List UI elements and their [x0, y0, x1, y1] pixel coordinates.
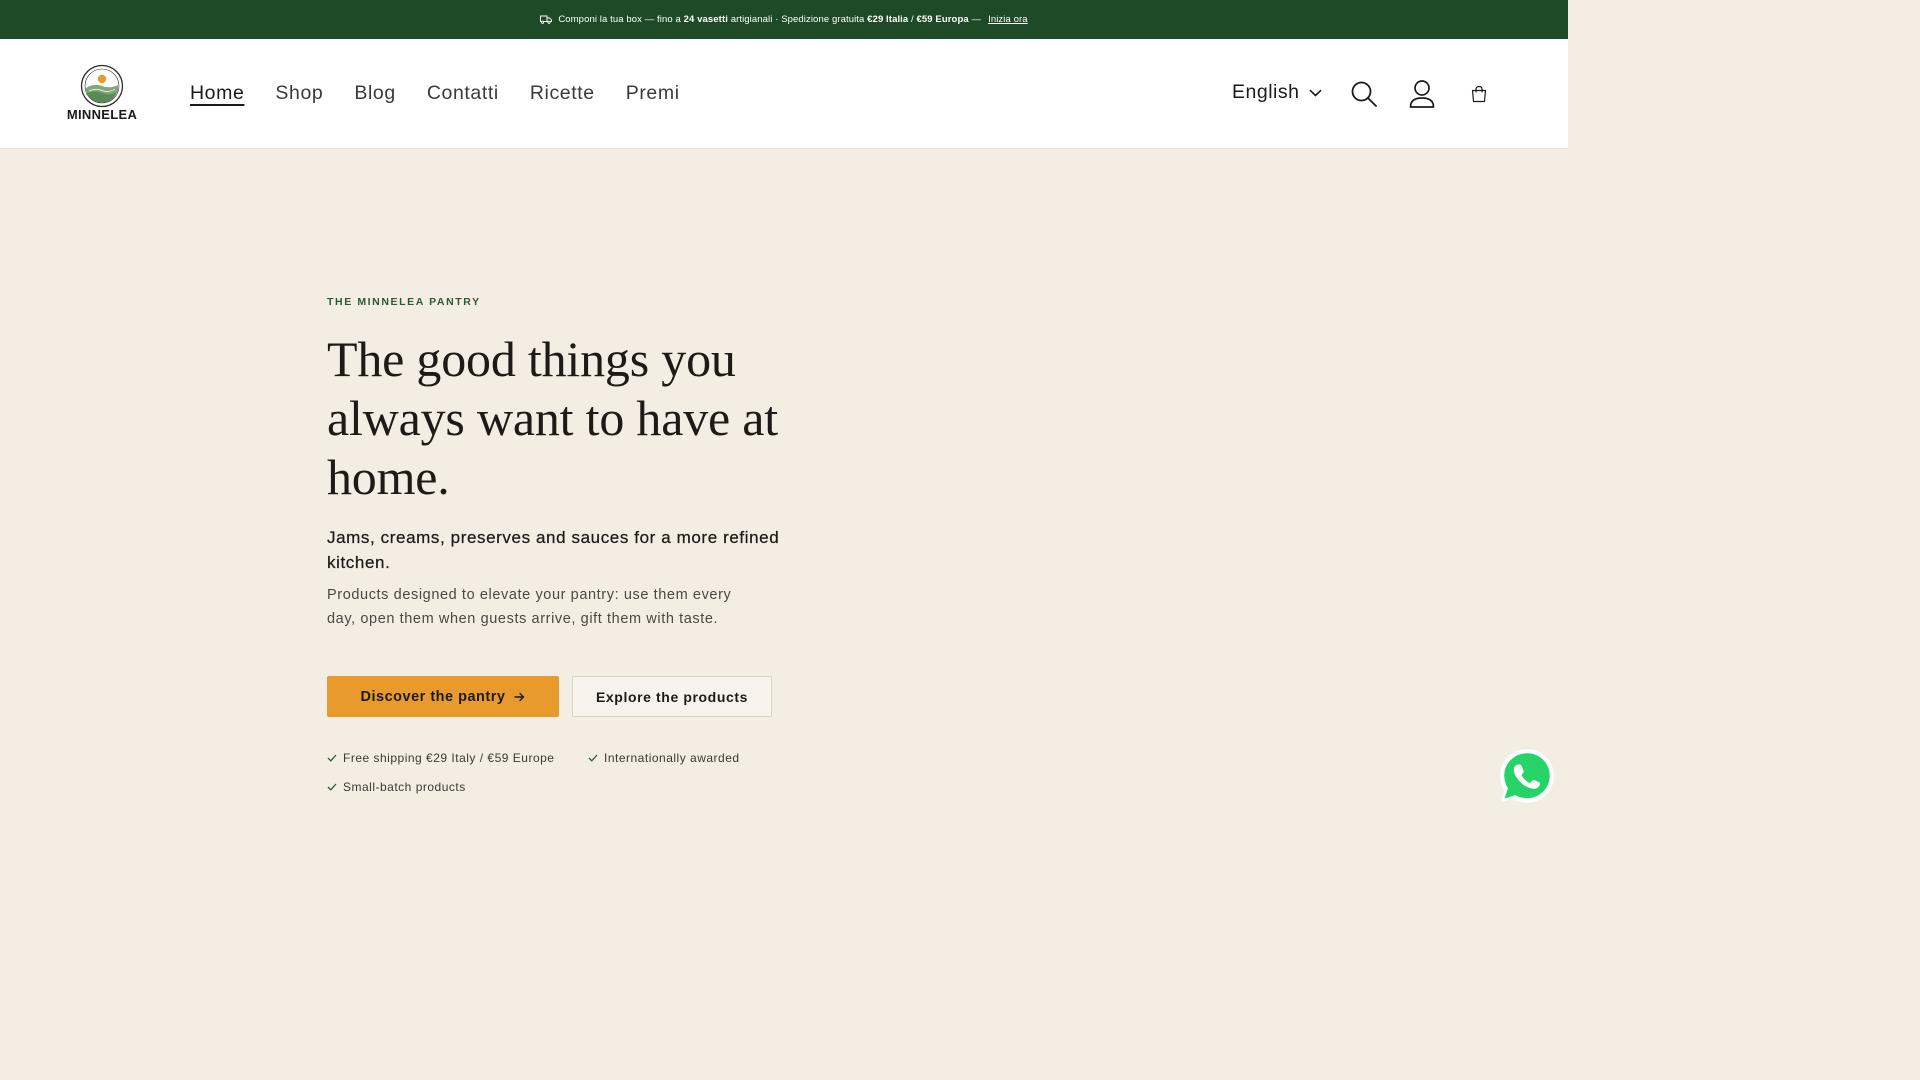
- checkmark-icon: [588, 754, 598, 762]
- feature-free-shipping: Free shipping €29 Italy / €59 Europe: [343, 751, 555, 765]
- main-nav: Home Shop Blog Contatti Ricette Premi: [190, 81, 711, 105]
- nav-item-contatti[interactable]: Contatti: [427, 81, 499, 105]
- announcement-text-mid: artigianali · Spedizione gratuita: [727, 14, 868, 25]
- cart-icon[interactable]: [1468, 83, 1490, 105]
- announcement-separator: /: [908, 14, 917, 25]
- checkmark-icon: [327, 783, 337, 791]
- announcement-text-start: Componi la tua box — fino a: [558, 14, 684, 25]
- announcement-text-end: —: [968, 14, 982, 25]
- discover-pantry-button[interactable]: Discover the pantry: [327, 676, 559, 717]
- explore-products-button[interactable]: Explore the products: [572, 676, 772, 717]
- account-icon[interactable]: [1407, 79, 1437, 109]
- language-label: English: [1232, 81, 1300, 103]
- nav-item-premi[interactable]: Premi: [626, 81, 680, 105]
- hero-body-text: Products designed to elevate your pantry…: [327, 587, 732, 627]
- nav-item-ricette[interactable]: Ricette: [530, 81, 595, 105]
- hero-cta-group: Discover the pantry Explore the products: [327, 676, 772, 717]
- nav-item-home[interactable]: Home: [190, 81, 244, 105]
- announcement-europe-price: €59 Europa: [916, 14, 969, 25]
- feature-item: Internationally awarded: [588, 751, 740, 765]
- announcement-bar: Componi la tua box — fino a 24 vasetti a…: [0, 0, 1568, 39]
- logo-text: MINNELEA: [66, 107, 138, 122]
- hero-eyebrow: THE MINNELEA PANTRY: [327, 296, 481, 308]
- logo[interactable]: MINNELEA: [64, 64, 140, 124]
- hero-section: THE MINNELEA PANTRY The good things you …: [327, 296, 827, 631]
- logo-mark-icon: [80, 64, 124, 108]
- feature-small-batch: Small-batch products: [343, 780, 466, 794]
- announcement-jars: 24 vasetti: [683, 14, 728, 25]
- start-now-link[interactable]: Inizia ora: [988, 14, 1028, 25]
- search-icon[interactable]: [1349, 79, 1379, 109]
- arrow-right-icon: [514, 692, 525, 702]
- feature-awarded: Internationally awarded: [604, 751, 740, 765]
- feature-item: Small-batch products: [327, 780, 466, 794]
- chevron-down-icon: [1309, 89, 1323, 97]
- nav-item-blog[interactable]: Blog: [354, 81, 395, 105]
- announcement-text: Componi la tua box — fino a 24 vasetti a…: [558, 14, 981, 25]
- whatsapp-icon: [1500, 749, 1554, 803]
- whatsapp-chat-button[interactable]: [1498, 747, 1556, 805]
- language-selector[interactable]: English: [1232, 81, 1323, 104]
- discover-pantry-label: Discover the pantry: [360, 688, 506, 705]
- feature-item: Free shipping €29 Italy / €59 Europe: [327, 751, 554, 765]
- hero-subheadline: Jams, creams, preserves and sauces for a…: [327, 528, 780, 572]
- announcement-italy-price: €29 Italia: [867, 14, 909, 25]
- truck-icon: [540, 15, 553, 24]
- nav-item-shop[interactable]: Shop: [275, 81, 323, 105]
- hero-headline: The good things you always want to have …: [327, 331, 778, 505]
- site-header: MINNELEA Home Shop Blog Contatti Ricette…: [0, 39, 1568, 149]
- checkmark-icon: [327, 754, 337, 762]
